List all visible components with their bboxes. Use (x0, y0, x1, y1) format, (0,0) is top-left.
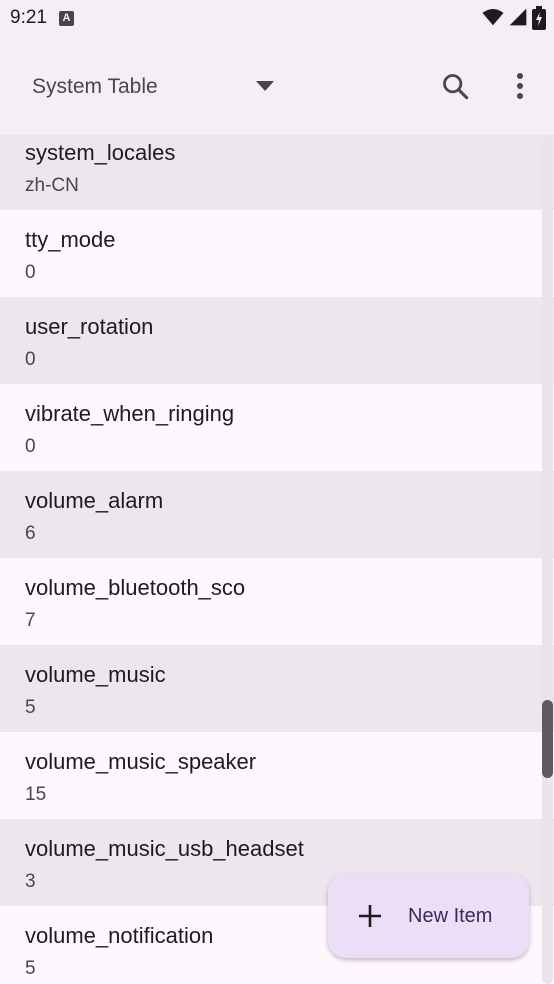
scrollbar-thumb[interactable] (542, 700, 553, 778)
new-item-button[interactable]: New Item (328, 874, 529, 958)
list-item[interactable]: vibrate_when_ringing 0 (0, 384, 554, 471)
item-value: 0 (25, 436, 36, 457)
item-value: 3 (25, 871, 36, 892)
list-item[interactable]: system_locales zh-CN (0, 135, 554, 222)
search-button[interactable] (433, 64, 477, 108)
overflow-menu-button[interactable] (498, 64, 542, 108)
item-key: tty_mode (25, 227, 116, 252)
item-key: system_locales (25, 140, 176, 165)
list-item[interactable]: volume_music_speaker 15 (0, 732, 554, 819)
item-key: volume_alarm (25, 488, 164, 513)
add-icon (359, 905, 381, 927)
table-selector-label: System Table (32, 75, 158, 98)
item-value: zh-CN (25, 175, 79, 196)
more-vert-icon (517, 73, 523, 99)
item-value: 6 (25, 523, 36, 544)
signal-icon (509, 8, 527, 26)
settings-list: system_locales zh-CN tty_mode 0 user_rot… (0, 135, 554, 984)
list-item[interactable]: volume_bluetooth_sco 7 (0, 558, 554, 645)
a-icon: A (58, 10, 74, 26)
search-icon (443, 74, 469, 100)
wifi-icon (482, 8, 504, 26)
item-key: user_rotation (25, 314, 154, 339)
item-value: 15 (25, 784, 47, 805)
table-selector-dropdown[interactable]: System Table (32, 72, 282, 102)
new-item-label: New Item (408, 905, 493, 927)
item-key: volume_bluetooth_sco (25, 575, 246, 600)
item-value: 0 (25, 262, 36, 283)
list-item[interactable]: user_rotation 0 (0, 297, 554, 384)
battery-icon (532, 6, 546, 30)
item-key: volume_music (25, 662, 166, 687)
item-value: 5 (25, 697, 36, 718)
status-time: 9:21 (10, 7, 47, 28)
item-key: volume_notification (25, 923, 214, 948)
list-item[interactable]: volume_alarm 6 (0, 471, 554, 558)
item-key: volume_music_speaker (25, 749, 257, 774)
status-icons (482, 6, 546, 30)
item-value: 7 (25, 610, 36, 631)
status-bar: 9:21 A (0, 0, 554, 36)
caret-down-icon (256, 81, 274, 91)
list-item[interactable]: volume_music 5 (0, 645, 554, 732)
scrollbar-track[interactable] (542, 136, 553, 984)
item-key: vibrate_when_ringing (25, 401, 235, 426)
list-item[interactable]: tty_mode 0 (0, 210, 554, 297)
item-value: 0 (25, 349, 36, 370)
item-key: volume_music_usb_headset (25, 836, 304, 861)
item-value: 5 (25, 958, 36, 979)
app-bar: System Table (0, 36, 554, 134)
